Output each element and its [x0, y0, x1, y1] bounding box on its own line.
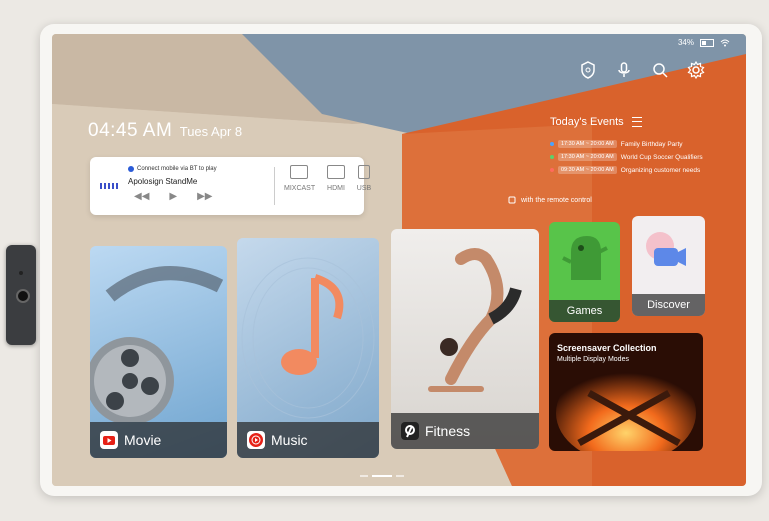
event-item[interactable]: 09:30 AM ~ 20:00 AM Organizing customer … — [550, 166, 700, 174]
next-icon[interactable]: ▶▶ — [197, 191, 212, 202]
event-time: 09:30 AM ~ 20:00 AM — [558, 166, 617, 174]
tile-music[interactable]: Music — [237, 238, 379, 458]
screensaver-title: Screensaver Collection — [557, 343, 657, 353]
remote-hint-text: with the remote control — [521, 196, 592, 204]
remote-hint: with the remote control — [508, 196, 592, 204]
film-reel-illustration — [90, 266, 224, 425]
event-name: Organizing customer needs — [620, 166, 701, 174]
event-time: 17:30 AM ~ 20:00 AM — [558, 153, 617, 161]
usb-icon — [358, 165, 370, 179]
page-dot-active — [372, 475, 392, 477]
microphone-icon[interactable] — [614, 60, 634, 80]
audio-level-icon — [100, 183, 118, 189]
source-label: MIXCAST — [284, 185, 316, 192]
bluetooth-icon — [128, 166, 134, 172]
music-note-illustration — [241, 257, 375, 419]
search-icon[interactable] — [650, 60, 670, 80]
tile-discover-label: Discover — [632, 294, 705, 316]
clock-time: 04:45 AM — [88, 120, 173, 141]
media-card[interactable]: Connect mobile via BT to play Apolosign … — [90, 157, 371, 215]
clock-date: Tues Apr 8 — [179, 124, 243, 139]
page-dot — [396, 475, 404, 477]
device-name: Apolosign StandMe — [128, 177, 198, 186]
event-item[interactable]: 17:30 AM ~ 20:00 AM World Cup Soccer Qua… — [550, 153, 703, 161]
play-icon[interactable]: ▶ — [169, 191, 177, 202]
youtube-music-icon — [247, 431, 265, 449]
tile-label: Fitness — [391, 413, 539, 449]
camera-lens — [16, 289, 30, 303]
events-title: Today's Events — [550, 116, 624, 128]
source-hdmi[interactable]: HDMI — [324, 165, 348, 192]
tile-games-label: Games — [549, 300, 620, 322]
clock: 04:45 AM Tues Apr 8 — [88, 120, 242, 142]
source-label: USB — [356, 185, 372, 192]
shield-icon[interactable] — [578, 60, 598, 80]
camera-sensor — [19, 271, 23, 275]
source-usb[interactable]: USB — [354, 165, 374, 192]
screensaver-subtitle: Multiple Display Modes — [557, 356, 629, 363]
tile-label: Music — [237, 422, 379, 458]
tile-discover[interactable]: Discover — [632, 216, 705, 316]
source-mixcast[interactable]: MIXCAST — [284, 165, 316, 192]
event-dot-icon — [550, 142, 554, 146]
webcam — [6, 245, 36, 345]
event-dot-icon — [550, 168, 554, 172]
wifi-icon — [720, 39, 730, 46]
hdmi-icon — [327, 165, 345, 179]
event-name: World Cup Soccer Qualifiers — [620, 153, 703, 161]
event-time: 17:30 AM ~ 20:00 AM — [558, 140, 617, 148]
divider — [274, 167, 275, 205]
menu-icon[interactable] — [631, 117, 642, 127]
peloton-icon — [401, 422, 419, 440]
top-toolbar — [578, 60, 706, 80]
yoga-illustration — [428, 248, 522, 392]
events-panel[interactable]: Today's Events 17:30 AM ~ 20:00 AM Famil… — [550, 116, 703, 174]
bluetooth-prompt: Connect mobile via BT to play — [128, 166, 217, 172]
status-bar: 34% — [678, 38, 730, 47]
tile-label: Movie — [90, 422, 227, 458]
cast-icon — [290, 165, 308, 179]
tile-fitness-label: Fitness — [425, 423, 471, 439]
tile-games[interactable]: Games — [549, 222, 620, 322]
remote-icon — [508, 196, 516, 204]
battery-level: 34% — [677, 38, 694, 47]
home-screen: 34% 04:45 AM Tues Apr 8 Connect mobile v… — [52, 34, 746, 486]
source-label: HDMI — [327, 185, 345, 192]
event-dot-icon — [550, 155, 554, 159]
event-name: Family Birthday Party — [620, 140, 683, 148]
tile-movie[interactable]: Movie — [90, 246, 227, 458]
gear-icon[interactable] — [686, 60, 706, 80]
playback-controls: ◀◀ ▶ ▶▶ — [134, 191, 212, 202]
page-indicator — [360, 475, 404, 477]
youtube-icon — [100, 431, 118, 449]
bluetooth-prompt-text: Connect mobile via BT to play — [137, 166, 217, 172]
tile-movie-label: Movie — [124, 432, 162, 448]
tile-fitness[interactable]: Fitness — [391, 229, 539, 449]
events-header: Today's Events — [550, 116, 642, 128]
video-camera-icon — [646, 232, 686, 266]
dinosaur-icon — [562, 236, 608, 280]
tile-music-label: Music — [271, 432, 308, 448]
previous-icon[interactable]: ◀◀ — [134, 191, 149, 202]
event-item[interactable]: 17:30 AM ~ 20:00 AM Family Birthday Part… — [550, 140, 683, 148]
battery-icon — [700, 38, 714, 47]
tile-screensaver[interactable]: Screensaver Collection Multiple Display … — [549, 333, 703, 451]
page-dot — [360, 475, 368, 477]
